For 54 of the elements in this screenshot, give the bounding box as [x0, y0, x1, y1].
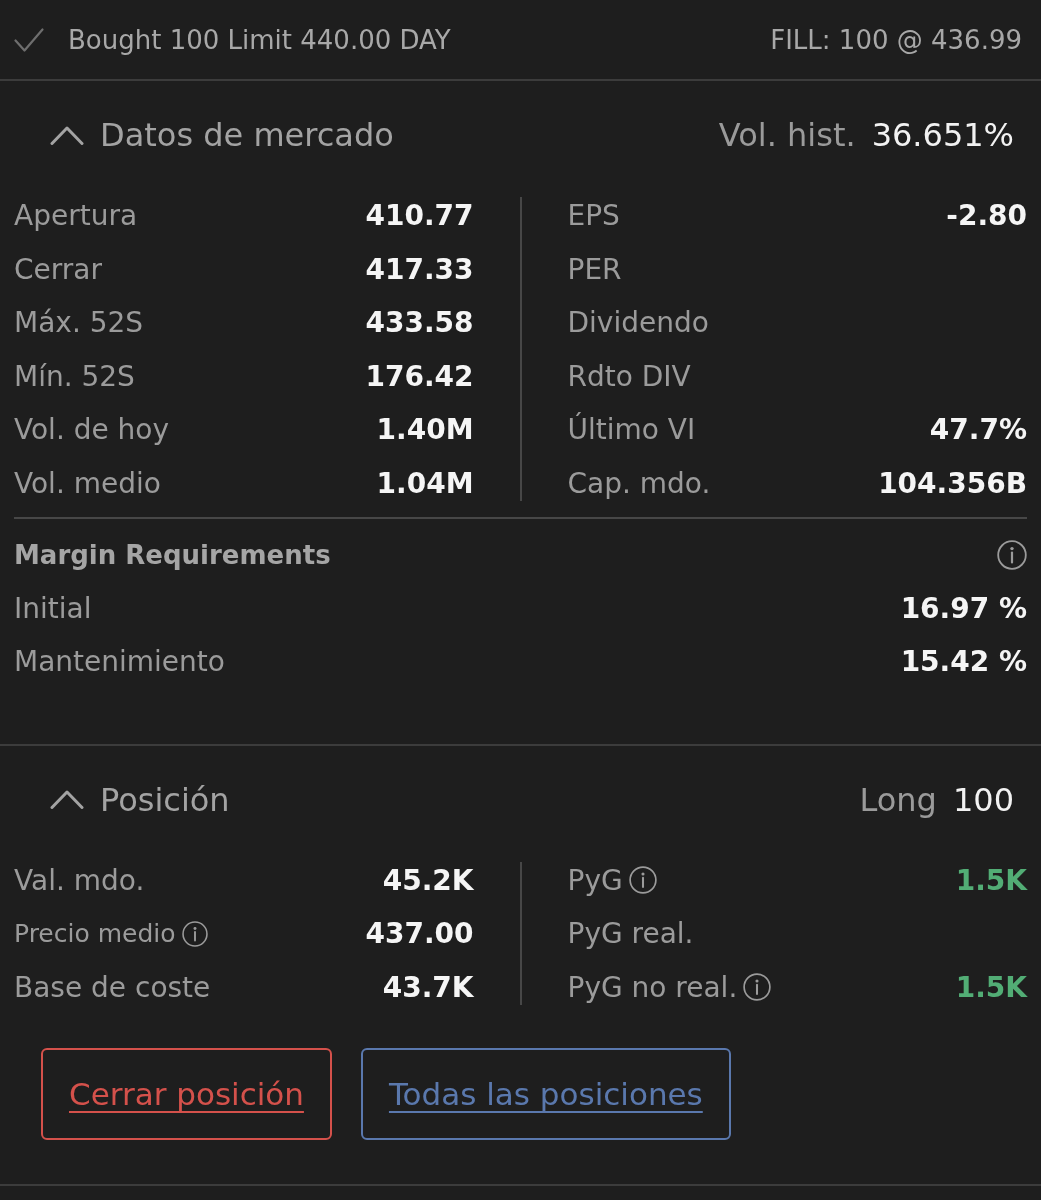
stat-label: Precio medio	[14, 919, 176, 949]
stat-label: Vol. de hoy	[14, 413, 170, 447]
position-side: Long	[859, 780, 937, 819]
stat-label: Mín. 52S	[14, 359, 135, 393]
stat-value: 104.356B	[878, 466, 1027, 500]
close-position-button[interactable]: Cerrar posición	[41, 1048, 332, 1140]
chevron-up-icon[interactable]	[50, 125, 84, 145]
stat-label: Cerrar	[14, 252, 102, 286]
all-positions-button[interactable]: Todas las posiciones	[360, 1048, 731, 1140]
stat-label: EPS	[567, 199, 620, 233]
stat-label: Vol. hist.	[718, 116, 856, 154]
stat-label: Base de coste	[14, 970, 211, 1004]
chevron-up-icon[interactable]	[50, 790, 84, 809]
stat-label: Cap. mdo.	[567, 466, 711, 500]
stat-value: 47.7%	[929, 413, 1027, 447]
info-icon[interactable]	[628, 866, 657, 895]
stat-value: 437.00	[365, 917, 474, 951]
position-quantity: 100	[952, 780, 1014, 819]
stat-label: Último VI	[567, 413, 696, 447]
stat-value: 16.97 %	[900, 591, 1027, 625]
order-description: Bought 100 Limit 440.00 DAY	[68, 24, 451, 55]
stat-value: 410.77	[365, 199, 474, 233]
stat-label: Rdto DIV	[567, 359, 691, 393]
stat-label: Vol. medio	[14, 466, 161, 500]
stat-value: 15.42 %	[900, 645, 1027, 679]
stat-label: Apertura	[14, 199, 138, 233]
stat-label: Mantenimiento	[14, 645, 225, 679]
stat-label: PyG real.	[567, 917, 694, 951]
stat-label: Val. mdo.	[14, 863, 145, 897]
stat-value: 43.7K	[382, 970, 474, 1004]
stat-value: 1.5K	[955, 863, 1027, 897]
info-icon[interactable]	[181, 920, 208, 947]
stat-value: 417.33	[365, 252, 474, 286]
info-icon[interactable]	[743, 973, 772, 1002]
check-icon	[14, 27, 44, 52]
stat-value: 1.5K	[955, 970, 1027, 1004]
section-title[interactable]: Datos de mercado	[100, 116, 394, 154]
stat-label: PyG no real.	[567, 970, 738, 1004]
stat-value: 433.58	[365, 306, 474, 340]
stat-value: 1.04M	[376, 466, 474, 500]
stat-value: -2.80	[946, 199, 1027, 233]
stat-value: 36.651%	[871, 116, 1014, 154]
stat-value: 176.42	[365, 359, 474, 393]
section-title[interactable]: Posición	[100, 780, 230, 819]
stat-label: PyG	[567, 863, 623, 897]
stat-label: Initial	[14, 591, 92, 625]
stat-label: PER	[567, 252, 622, 286]
fill-info: FILL: 100 @ 436.99	[770, 24, 1022, 55]
margin-title: Margin Requirements	[14, 539, 331, 570]
info-icon[interactable]	[997, 539, 1027, 570]
stat-value: 45.2K	[382, 863, 474, 897]
stat-value: 1.40M	[376, 413, 474, 447]
stat-label: Máx. 52S	[14, 306, 144, 340]
stat-label: Dividendo	[567, 306, 709, 340]
